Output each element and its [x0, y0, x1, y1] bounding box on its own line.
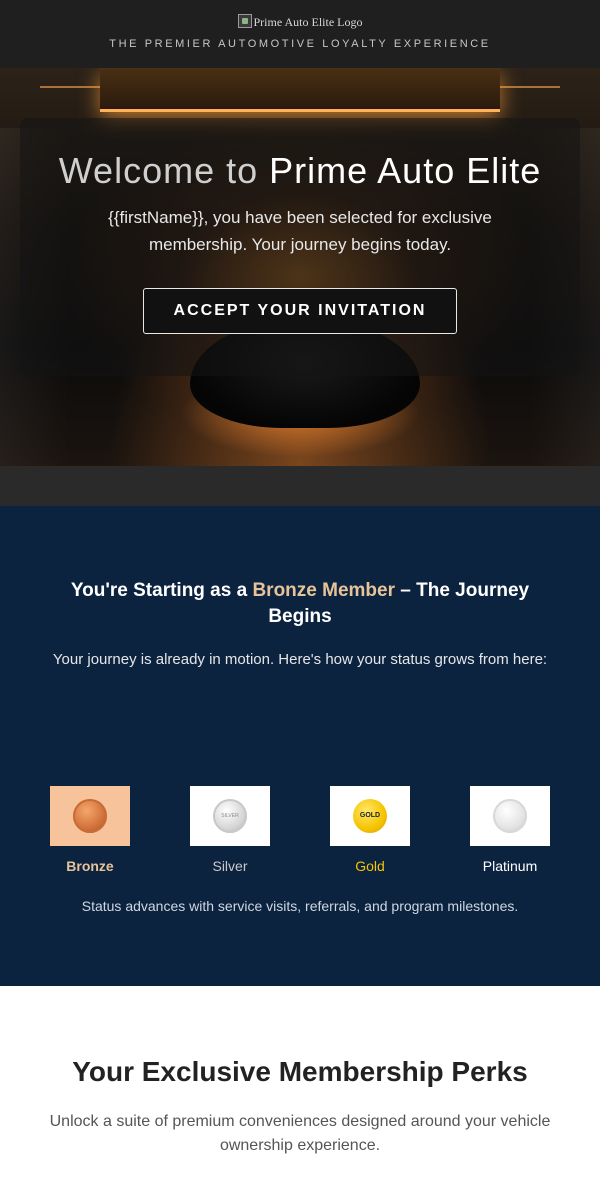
coin-text: SILVER [221, 813, 239, 819]
coin-text: GOLD [359, 812, 381, 819]
hero-banner: Welcome to Prime Auto Elite {{firstName}… [0, 68, 600, 466]
gold-medal-icon: GOLD [353, 799, 387, 833]
platinum-medal-icon [493, 799, 527, 833]
tier-badge [50, 786, 130, 846]
tier-silver: SILVER Silver [190, 786, 270, 874]
status-heading-accent: Bronze Member [252, 580, 395, 601]
silver-medal-icon: SILVER [213, 799, 247, 833]
hero-title-prefix: Welcome to [58, 150, 259, 191]
perks-section: Your Exclusive Membership Perks Unlock a… [0, 986, 600, 1200]
tier-list: Bronze SILVER Silver GOLD Gold Platinum [50, 786, 550, 876]
hero-spacer [0, 466, 600, 506]
accept-invitation-button[interactable]: ACCEPT YOUR INVITATION [143, 288, 457, 334]
tier-label: Gold [355, 858, 385, 874]
tier-label: Platinum [482, 858, 538, 874]
tier-label: Silver [212, 858, 248, 874]
hero-ceiling-light [100, 68, 500, 112]
perks-heading: Your Exclusive Membership Perks [72, 1056, 528, 1087]
status-section: You're Starting as a Bronze Member – The… [0, 506, 600, 986]
status-note: Status advances with service visits, ref… [81, 898, 519, 914]
tier-badge: SILVER [190, 786, 270, 846]
hero-title-brand: Prime Auto Elite [269, 150, 542, 191]
hero-subtitle: {{firstName}}, you have been selected fo… [108, 208, 492, 254]
hero-title: Welcome to Prime Auto Elite [0, 150, 600, 192]
status-description: Your journey is already in motion. Here'… [52, 651, 548, 668]
bronze-medal-icon [73, 799, 107, 833]
tier-bronze: Bronze [50, 786, 130, 874]
logo[interactable]: Prime Auto Elite Logo [0, 14, 600, 30]
status-heading-prefix: You're Starting as a [70, 580, 248, 601]
status-heading: You're Starting as a Bronze Member – The… [50, 578, 550, 630]
perks-description: Unlock a suite of premium conveniences d… [49, 1113, 551, 1154]
tier-badge: GOLD [330, 786, 410, 846]
logo-alt-text: Prime Auto Elite Logo [253, 15, 363, 29]
tier-badge [470, 786, 550, 846]
tier-label: Bronze [66, 858, 114, 874]
broken-image-icon [237, 14, 252, 28]
tier-gold: GOLD Gold [330, 786, 410, 874]
tier-platinum: Platinum [470, 786, 550, 874]
header: Prime Auto Elite Logo THE PREMIER AUTOMO… [0, 0, 600, 68]
tagline: THE PREMIER AUTOMOTIVE LOYALTY EXPERIENC… [109, 38, 491, 50]
